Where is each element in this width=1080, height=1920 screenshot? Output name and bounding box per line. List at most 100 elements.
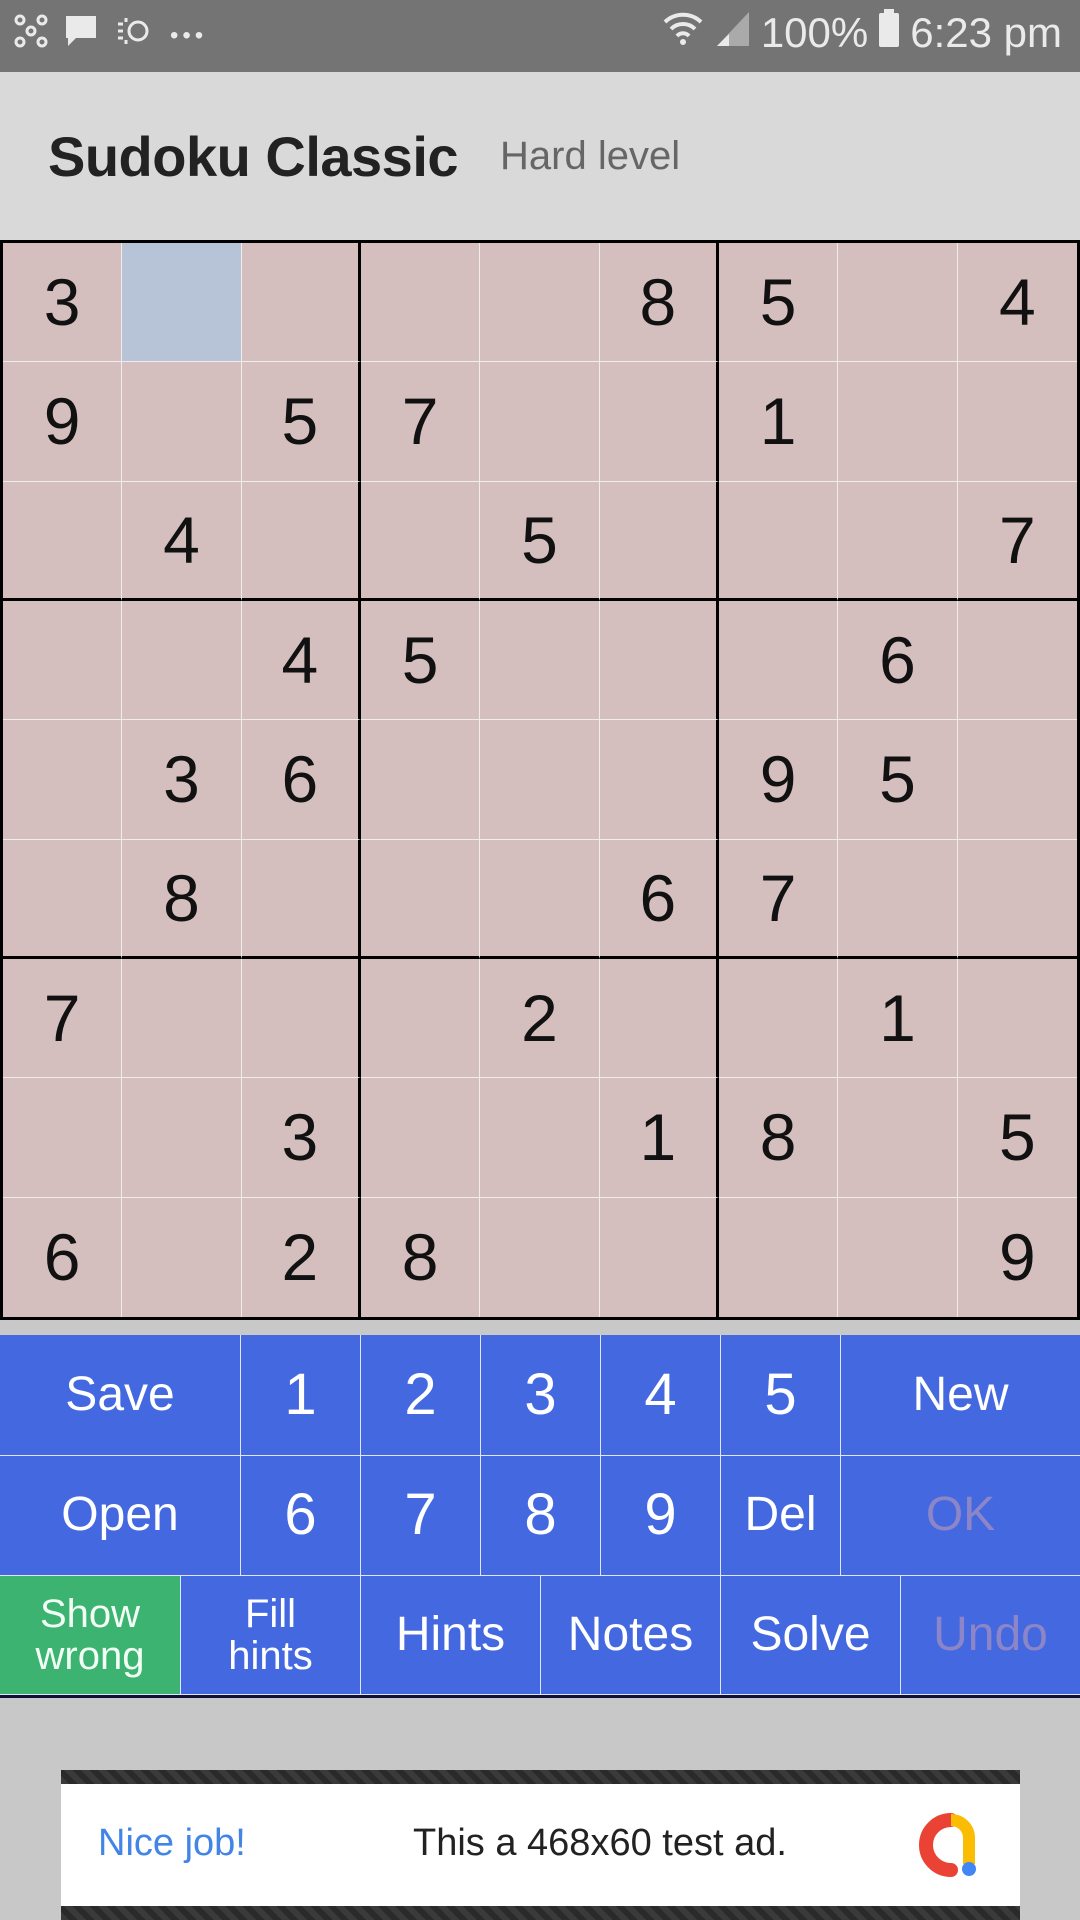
board-cell-r4c1[interactable] [3, 601, 123, 721]
notes-button[interactable]: Notes [541, 1576, 721, 1695]
board-cell-r3c9[interactable]: 7 [957, 482, 1077, 601]
undo-button[interactable]: Undo [901, 1576, 1080, 1695]
board-cell-r6c2[interactable]: 8 [122, 839, 242, 959]
ad-content[interactable]: Nice job! This a 468x60 test ad. [61, 1784, 1020, 1906]
board-cell-r7c7[interactable] [719, 959, 839, 1079]
board-cell-r6c1[interactable] [3, 839, 123, 959]
board-cell-r9c4[interactable]: 8 [361, 1197, 481, 1317]
board-cell-r3c1[interactable] [3, 481, 123, 601]
board-cell-r9c5[interactable] [480, 1197, 600, 1317]
number-key-1[interactable]: 1 [241, 1335, 361, 1456]
board-cell-r4c6[interactable] [599, 601, 719, 721]
board-cell-r5c7[interactable]: 9 [719, 720, 839, 840]
board-cell-r5c9[interactable] [957, 720, 1077, 840]
board-cell-r4c9[interactable] [957, 601, 1077, 721]
board-cell-r7c8[interactable]: 1 [838, 959, 958, 1079]
board-cell-r1c7[interactable]: 5 [719, 243, 839, 363]
board-cell-r7c9[interactable] [957, 959, 1077, 1079]
board-cell-r8c7[interactable]: 8 [719, 1078, 839, 1198]
board-cell-r7c6[interactable] [599, 959, 719, 1079]
board-cell-r9c1[interactable]: 6 [3, 1197, 123, 1317]
board-cell-r8c4[interactable] [361, 1078, 481, 1198]
board-cell-r8c9[interactable]: 5 [957, 1078, 1077, 1198]
board-cell-r1c5[interactable] [480, 243, 600, 363]
board-cell-r6c5[interactable] [480, 839, 600, 959]
board-cell-r1c4[interactable] [361, 243, 481, 363]
board-cell-r1c9[interactable]: 4 [957, 243, 1077, 363]
board-cell-r5c6[interactable] [599, 720, 719, 840]
board-cell-r8c6[interactable]: 1 [599, 1078, 719, 1198]
board-cell-r7c3[interactable] [241, 959, 361, 1079]
board-cell-r7c2[interactable] [122, 959, 242, 1079]
board-cell-r5c1[interactable] [3, 720, 123, 840]
board-cell-r2c5[interactable] [480, 362, 600, 482]
board-cell-r6c3[interactable] [241, 839, 361, 959]
number-key-2[interactable]: 2 [361, 1335, 481, 1456]
number-key-5[interactable]: 5 [721, 1335, 841, 1456]
number-key-9[interactable]: 9 [601, 1456, 721, 1576]
board-cell-r3c6[interactable] [599, 481, 719, 601]
board-cell-r4c4[interactable]: 5 [361, 601, 481, 721]
board-cell-r1c6[interactable]: 8 [599, 243, 719, 363]
board-cell-r2c1[interactable]: 9 [3, 362, 123, 482]
board-cell-r9c3[interactable]: 2 [242, 1197, 361, 1317]
board-cell-r2c2[interactable] [122, 362, 242, 482]
hints-button[interactable]: Hints [361, 1576, 541, 1695]
board-cell-r7c1[interactable]: 7 [3, 959, 123, 1079]
number-key-6[interactable]: 6 [241, 1456, 361, 1576]
board-cell-r9c8[interactable] [838, 1197, 958, 1317]
board-cell-r5c2[interactable]: 3 [122, 720, 242, 840]
board-cell-r8c8[interactable] [838, 1078, 958, 1198]
board-cell-r6c9[interactable] [957, 840, 1077, 959]
board-cell-r8c5[interactable] [480, 1078, 600, 1198]
board-cell-r7c5[interactable]: 2 [480, 959, 600, 1079]
number-key-3[interactable]: 3 [481, 1335, 601, 1456]
number-key-4[interactable]: 4 [601, 1335, 721, 1456]
board-cell-r6c6[interactable]: 6 [599, 839, 719, 959]
board-cell-r6c7[interactable]: 7 [719, 839, 839, 959]
board-cell-r3c5[interactable]: 5 [480, 481, 600, 601]
ad-banner[interactable]: Nice job! This a 468x60 test ad. [61, 1770, 1020, 1920]
board-cell-r2c7[interactable]: 1 [719, 362, 839, 482]
ok-button[interactable]: OK [841, 1456, 1080, 1576]
board-cell-r1c1[interactable]: 3 [3, 243, 123, 363]
board-cell-r5c3[interactable]: 6 [241, 720, 361, 840]
board-cell-r4c2[interactable] [122, 601, 242, 721]
board-cell-r6c8[interactable] [838, 839, 958, 959]
board-cell-r2c3[interactable]: 5 [241, 362, 361, 482]
board-cell-r9c7[interactable] [719, 1197, 839, 1317]
open-button[interactable]: Open [0, 1456, 241, 1576]
board-cell-r4c5[interactable] [480, 601, 600, 721]
board-cell-r3c3[interactable] [241, 481, 361, 601]
board-cell-r6c4[interactable] [361, 839, 481, 959]
board-cell-r3c7[interactable] [719, 481, 839, 601]
board-cell-r3c2[interactable]: 4 [122, 481, 242, 601]
board-cell-r4c8[interactable]: 6 [838, 601, 958, 721]
save-button[interactable]: Save [0, 1335, 241, 1456]
new-game-button[interactable]: New [841, 1335, 1080, 1456]
board-cell-r4c3[interactable]: 4 [241, 601, 361, 721]
board-cell-r1c2[interactable] [122, 243, 242, 363]
board-cell-r2c4[interactable]: 7 [361, 362, 481, 482]
delete-button[interactable]: Del [721, 1456, 841, 1576]
show-wrong-button[interactable]: Show wrong [0, 1576, 181, 1695]
board-cell-r9c6[interactable] [600, 1197, 719, 1317]
board-cell-r5c8[interactable]: 5 [838, 720, 958, 840]
number-key-8[interactable]: 8 [481, 1456, 601, 1576]
board-cell-r2c8[interactable] [838, 362, 958, 482]
fill-hints-button[interactable]: Fill hints [181, 1576, 361, 1695]
number-key-7[interactable]: 7 [361, 1456, 481, 1576]
solve-button[interactable]: Solve [721, 1576, 901, 1695]
board-cell-r1c3[interactable] [241, 243, 361, 363]
board-cell-r7c4[interactable] [361, 959, 481, 1079]
board-cell-r2c6[interactable] [599, 362, 719, 482]
board-cell-r5c4[interactable] [361, 720, 481, 840]
board-cell-r2c9[interactable] [957, 362, 1077, 482]
board-cell-r9c9[interactable]: 9 [958, 1198, 1077, 1317]
board-cell-r3c4[interactable] [361, 481, 481, 601]
board-cell-r8c1[interactable] [3, 1078, 123, 1198]
board-cell-r8c2[interactable] [122, 1078, 242, 1198]
board-cell-r9c2[interactable] [122, 1197, 242, 1317]
board-cell-r8c3[interactable]: 3 [241, 1078, 361, 1198]
board-cell-r5c5[interactable] [480, 720, 600, 840]
